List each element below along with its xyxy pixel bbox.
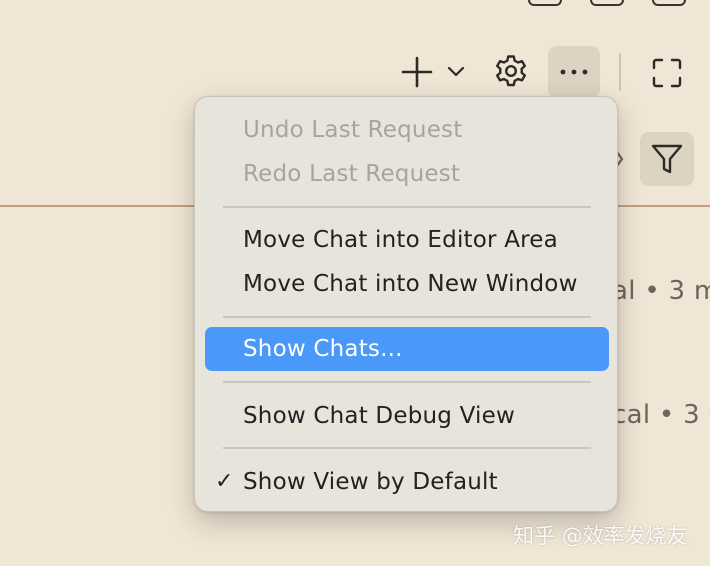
watermark: 知乎 @效率发烧友 [513,524,688,548]
filter-icon [651,144,683,174]
gear-icon [496,55,526,87]
new-chat-button[interactable] [396,52,438,92]
layout-icon[interactable] [528,0,562,6]
settings-button[interactable] [488,48,534,94]
menu-item-move-chat-into-editor-area[interactable]: Move Chat into Editor Area [205,218,609,262]
menu-item-label: Redo Last Request [243,161,461,187]
chat-list-item-meta: al • 3 m [612,276,710,306]
toolbar-separator [619,53,621,91]
menu-item-label: Move Chat into New Window [243,271,578,297]
menu-item-show-chats[interactable]: Show Chats... [205,327,609,371]
menu-item-label: Show Chats... [243,336,403,362]
chat-toolbar [0,44,710,100]
menu-item-label: Show Chat Debug View [243,403,515,429]
menu-item-redo-last-request[interactable]: Redo Last Request [205,152,609,196]
chat-list-item-meta: cal • 3 w [612,400,710,430]
menu-item-label: Move Chat into Editor Area [243,227,558,253]
menu-separator [223,447,591,449]
menu-item-label: Show View by Default [243,469,498,495]
new-chat-dropdown-button[interactable] [442,52,470,92]
maximize-icon [652,58,682,88]
top-icon-row [528,0,686,6]
menu-item-label: Undo Last Request [243,117,463,143]
menu-separator [223,206,591,208]
menu-item-show-chat-debug-view[interactable]: Show Chat Debug View [205,394,609,438]
menu-item-undo-last-request[interactable]: Undo Last Request [205,108,609,152]
panel-icon[interactable] [590,0,624,6]
checkmark-icon: ✓ [215,469,234,494]
plus-icon [401,56,433,88]
sidebar-icon[interactable] [652,0,686,6]
more-actions-menu: Undo Last Request Redo Last Request Move… [194,96,618,512]
chevron-down-icon [447,66,465,77]
maximize-button[interactable] [644,50,690,96]
menu-separator [223,316,591,318]
menu-item-move-chat-into-new-window[interactable]: Move Chat into New Window [205,262,609,306]
ellipsis-icon [560,69,588,75]
more-actions-button[interactable] [548,46,600,98]
menu-separator [223,381,591,383]
filter-button[interactable] [640,132,694,186]
menu-item-show-view-by-default[interactable]: ✓ Show View by Default [205,460,609,504]
